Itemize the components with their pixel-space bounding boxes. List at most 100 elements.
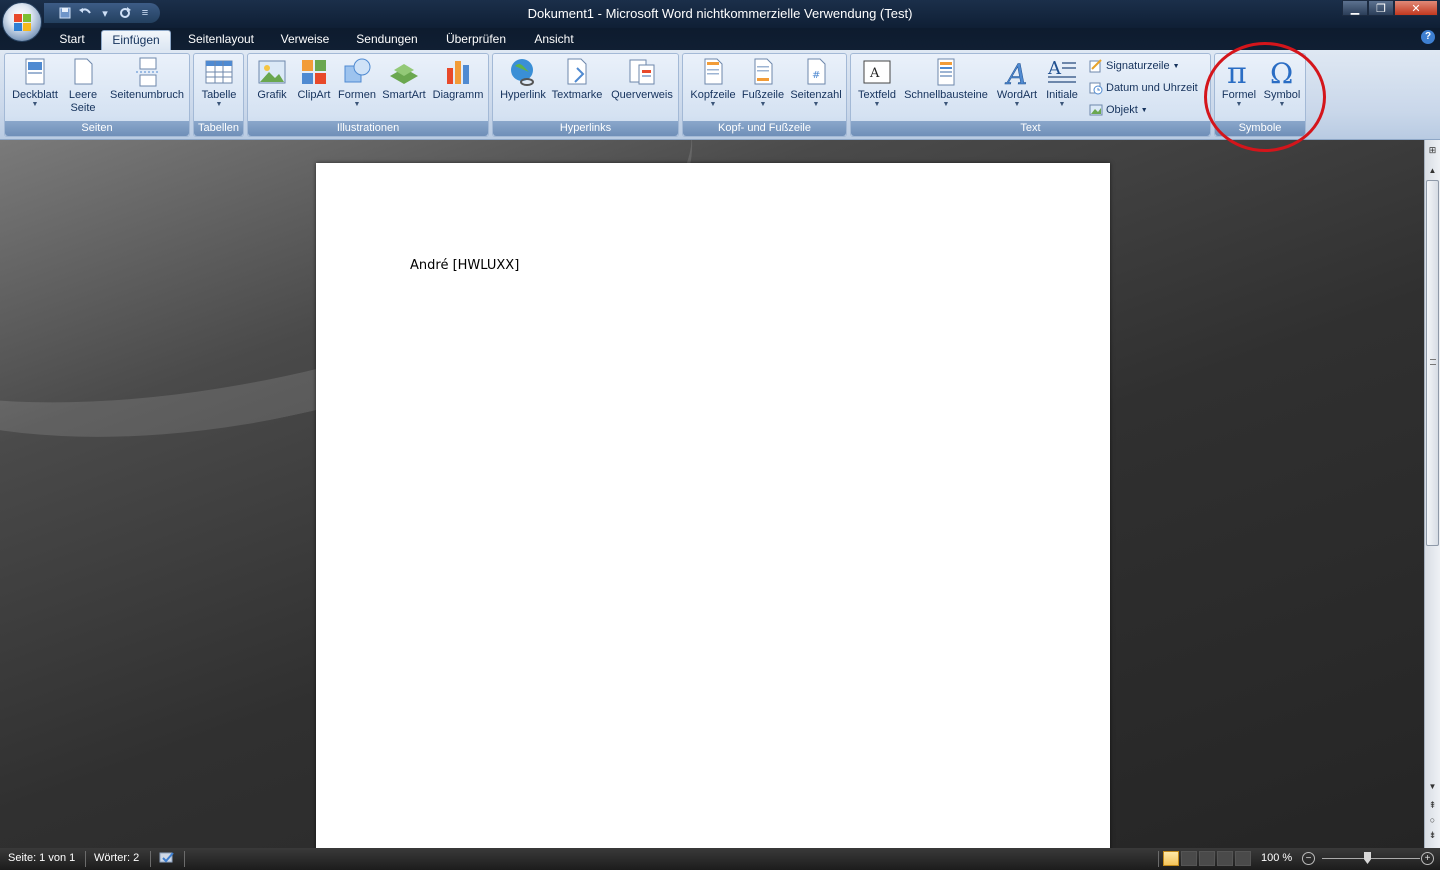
datum-uhrzeit-button[interactable]: Datum und Uhrzeit bbox=[1089, 79, 1198, 97]
tabelle-button[interactable]: Tabelle ▼ bbox=[196, 56, 242, 120]
scroll-thumb[interactable] bbox=[1426, 180, 1439, 546]
wordart-icon: A bbox=[1004, 58, 1028, 88]
signature-line-icon bbox=[1089, 59, 1102, 73]
proofing-icon[interactable] bbox=[158, 851, 176, 868]
svg-text:A: A bbox=[1047, 58, 1062, 79]
formel-button[interactable]: π Formel ▼ bbox=[1219, 56, 1259, 120]
smartart-icon bbox=[390, 64, 418, 84]
outline-view-button[interactable] bbox=[1217, 851, 1233, 866]
web-layout-button[interactable] bbox=[1199, 851, 1215, 866]
minimize-icon: ▁ bbox=[1350, 2, 1360, 15]
tab-ansicht[interactable]: Ansicht bbox=[528, 30, 580, 50]
schnellbausteine-button[interactable]: Schnellbausteine ▼ bbox=[901, 56, 991, 120]
leere-seite-button[interactable]: Leere Seite bbox=[63, 56, 103, 120]
dropdown-arrow-icon: ▼ bbox=[942, 101, 950, 108]
objekt-button[interactable]: Objekt ▼ bbox=[1089, 101, 1148, 119]
wordart-button[interactable]: A WordArt ▼ bbox=[993, 56, 1041, 120]
blank-page-icon bbox=[74, 58, 93, 85]
kopfzeile-button[interactable]: Kopfzeile ▼ bbox=[687, 56, 739, 120]
table-icon bbox=[205, 60, 233, 84]
omega-icon: Ω bbox=[1270, 57, 1293, 88]
querverweis-button[interactable]: Querverweis bbox=[607, 56, 677, 120]
seitenzahl-button[interactable]: # Seitenzahl ▼ bbox=[787, 56, 845, 120]
textfeld-button[interactable]: A Textfeld ▼ bbox=[855, 56, 899, 120]
page-indicator[interactable]: Seite: 1 von 1 bbox=[8, 852, 75, 864]
undo-dropdown-icon[interactable]: ▾ bbox=[98, 6, 112, 20]
zoom-slider-thumb[interactable] bbox=[1364, 852, 1371, 864]
hyperlink-button[interactable]: Hyperlink bbox=[497, 56, 549, 120]
quick-access-toolbar: ▾ ≡ bbox=[44, 3, 160, 23]
smartart-button[interactable]: SmartArt bbox=[380, 56, 428, 120]
ruler-toggle-icon[interactable]: ⊞ bbox=[1426, 145, 1439, 159]
dropdown-arrow-icon: ▼ bbox=[1058, 101, 1066, 108]
document-workspace: André [HWLUXX] bbox=[0, 140, 1424, 848]
office-logo-icon bbox=[14, 14, 32, 32]
svg-text:A: A bbox=[869, 66, 880, 81]
chart-icon bbox=[447, 61, 469, 84]
window-title: Dokument1 - Microsoft Word nichtkommerzi… bbox=[527, 6, 913, 21]
cross-reference-icon bbox=[629, 59, 655, 85]
dropdown-arrow-icon: ▼ bbox=[709, 101, 717, 108]
group-illustrationen: Grafik ClipArt Formen ▼ SmartArt Diagram… bbox=[247, 53, 489, 137]
undo-icon[interactable] bbox=[78, 6, 92, 20]
scroll-down-icon[interactable]: ▼ bbox=[1426, 782, 1439, 794]
page-break-icon bbox=[136, 57, 159, 87]
tab-start[interactable]: Start bbox=[52, 30, 92, 50]
dropdown-arrow-icon: ▼ bbox=[1172, 62, 1180, 70]
signaturzeile-button[interactable]: Signaturzeile ▼ bbox=[1089, 57, 1180, 75]
bookmark-icon bbox=[567, 58, 587, 85]
grafik-button[interactable]: Grafik bbox=[252, 56, 292, 120]
dropdown-arrow-icon: ▼ bbox=[215, 101, 223, 108]
save-icon[interactable] bbox=[58, 6, 72, 20]
grip-icon bbox=[1430, 359, 1436, 365]
full-screen-reading-button[interactable] bbox=[1181, 851, 1197, 866]
initiale-button[interactable]: A Initiale ▼ bbox=[1041, 56, 1083, 120]
symbol-button[interactable]: Ω Symbol ▼ bbox=[1261, 56, 1303, 120]
draft-view-button[interactable] bbox=[1235, 851, 1251, 866]
document-text[interactable]: André [HWLUXX] bbox=[410, 258, 519, 273]
window-controls: ▁ ❐ ✕ bbox=[1342, 0, 1438, 16]
fusszeile-button[interactable]: Fußzeile ▼ bbox=[739, 56, 787, 120]
textmarke-button[interactable]: Textmarke bbox=[549, 56, 605, 120]
tab-einfuegen[interactable]: Einfügen bbox=[101, 30, 171, 50]
cover-page-icon bbox=[25, 58, 45, 85]
zoom-out-icon[interactable]: − bbox=[1302, 852, 1315, 865]
dropdown-arrow-icon: ▼ bbox=[353, 101, 361, 108]
help-icon[interactable]: ? bbox=[1421, 30, 1435, 44]
redo-icon[interactable] bbox=[118, 6, 132, 20]
restore-button[interactable]: ❐ bbox=[1368, 0, 1394, 16]
text-box-icon: A bbox=[863, 60, 891, 84]
quick-parts-icon bbox=[937, 58, 955, 86]
header-icon bbox=[704, 58, 723, 85]
scroll-up-icon[interactable]: ▲ bbox=[1426, 166, 1439, 178]
tab-verweise[interactable]: Verweise bbox=[274, 30, 336, 50]
vertical-scrollbar[interactable]: ⊞ ▲ ▼ ⇞ ○ ⇟ bbox=[1424, 140, 1440, 848]
diagramm-button[interactable]: Diagramm bbox=[430, 56, 486, 120]
object-icon bbox=[1089, 104, 1103, 116]
dropdown-arrow-icon: ▼ bbox=[1013, 101, 1021, 108]
next-page-icon[interactable]: ⇟ bbox=[1426, 830, 1439, 842]
seitenumbruch-button[interactable]: Seitenumbruch bbox=[105, 56, 189, 120]
office-button[interactable] bbox=[2, 2, 42, 42]
minimize-button[interactable]: ▁ bbox=[1342, 0, 1368, 16]
customize-icon[interactable]: ≡ bbox=[138, 6, 152, 20]
restore-icon: ❐ bbox=[1376, 2, 1386, 15]
close-button[interactable]: ✕ bbox=[1394, 0, 1438, 16]
clipart-button[interactable]: ClipArt bbox=[294, 56, 334, 120]
tab-ueberpruefen[interactable]: Überprüfen bbox=[438, 30, 514, 50]
zoom-in-icon[interactable]: + bbox=[1421, 852, 1434, 865]
tab-seitenlayout[interactable]: Seitenlayout bbox=[182, 30, 260, 50]
word-count[interactable]: Wörter: 2 bbox=[94, 852, 139, 864]
print-layout-view-button[interactable] bbox=[1163, 851, 1179, 866]
zoom-level[interactable]: 100 % bbox=[1261, 852, 1292, 864]
group-kopf-fusszeile: Kopfzeile ▼ Fußzeile ▼ # Seitenzahl ▼ Ko… bbox=[682, 53, 847, 137]
zoom-slider[interactable] bbox=[1322, 858, 1420, 859]
browse-object-icon[interactable]: ○ bbox=[1426, 815, 1439, 827]
tab-sendungen[interactable]: Sendungen bbox=[350, 30, 424, 50]
group-text: A Textfeld ▼ Schnellbausteine ▼ A WordAr… bbox=[850, 53, 1211, 137]
deckblatt-button[interactable]: Deckblatt ▼ bbox=[7, 56, 63, 120]
formen-button[interactable]: Formen ▼ bbox=[336, 56, 378, 120]
document-page[interactable]: André [HWLUXX] bbox=[316, 163, 1110, 848]
previous-page-icon[interactable]: ⇞ bbox=[1426, 800, 1439, 812]
pi-icon: π bbox=[1227, 56, 1247, 88]
